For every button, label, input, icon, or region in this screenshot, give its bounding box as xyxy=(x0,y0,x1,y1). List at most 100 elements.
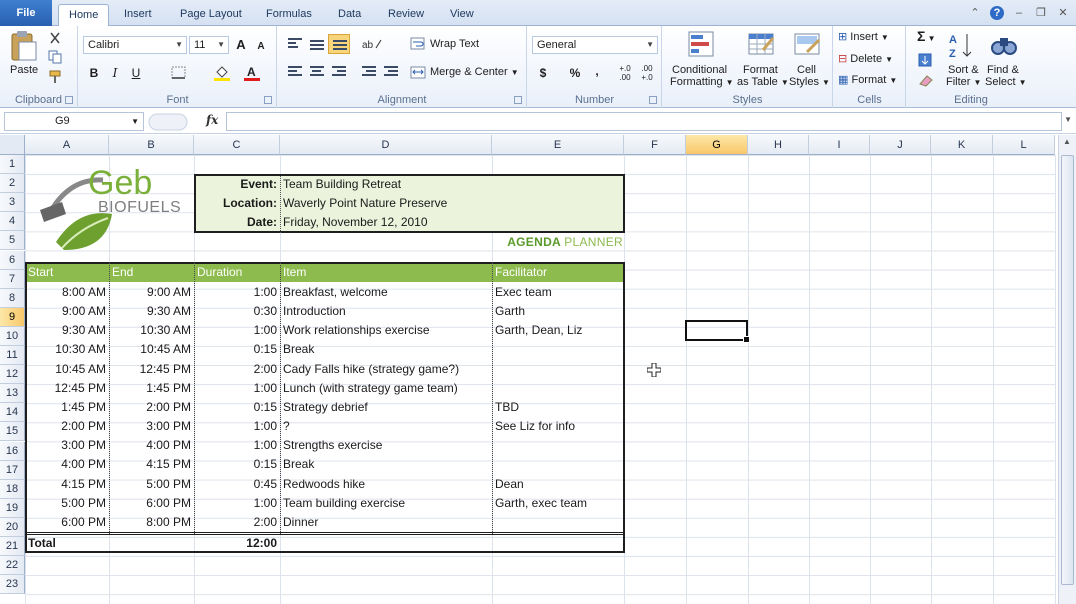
agenda-cell-duration[interactable]: 1:00 xyxy=(194,379,280,398)
agenda-cell-facilitator[interactable] xyxy=(492,379,624,398)
delete-cells-button[interactable]: ⊟ Delete ▼ xyxy=(838,52,893,65)
autosum-button[interactable]: Σ ▼ xyxy=(917,28,936,44)
orientation-icon[interactable]: ab xyxy=(362,36,382,52)
align-left-icon[interactable] xyxy=(288,66,302,78)
fill-color-icon[interactable] xyxy=(213,64,231,82)
expand-formula-bar-icon[interactable]: ▼ xyxy=(1064,115,1072,124)
minimize-ribbon-icon[interactable]: ⌃ xyxy=(968,6,982,20)
column-header-d[interactable]: D xyxy=(280,135,492,155)
align-center-icon[interactable] xyxy=(310,66,324,78)
row-header-16[interactable]: 16 xyxy=(0,441,25,461)
agenda-cell-start[interactable]: 4:00 PM xyxy=(25,455,109,474)
wrap-text-button[interactable]: Wrap Text xyxy=(430,38,479,50)
cell-styles-button[interactable]: Cell xyxy=(797,64,816,76)
clipboard-launcher-icon[interactable] xyxy=(65,96,73,104)
align-top-icon[interactable] xyxy=(288,38,302,50)
align-middle-icon[interactable] xyxy=(310,40,324,52)
agenda-cell-start[interactable]: 4:15 PM xyxy=(25,475,109,494)
sort-filter-icon[interactable]: AZ xyxy=(947,30,977,60)
column-header-j[interactable]: J xyxy=(870,135,931,155)
insert-function-button[interactable]: fx xyxy=(206,113,218,127)
scroll-up-icon[interactable]: ▲ xyxy=(1063,137,1071,146)
agenda-cell-start[interactable]: 6:00 PM xyxy=(25,513,109,532)
agenda-cell-item[interactable]: Breakfast, welcome xyxy=(280,283,492,302)
row-header-3[interactable]: 3 xyxy=(0,193,25,213)
header-duration[interactable]: Duration xyxy=(194,263,280,282)
paste-icon[interactable] xyxy=(8,30,38,62)
agenda-cell-item[interactable]: Work relationships exercise xyxy=(280,321,492,340)
name-box[interactable]: G9 ▼ xyxy=(4,112,144,131)
increase-indent-icon[interactable] xyxy=(384,66,398,78)
agenda-cell-facilitator[interactable]: TBD xyxy=(492,398,624,417)
column-header-e[interactable]: E xyxy=(492,135,624,155)
format-as-table-icon[interactable] xyxy=(747,30,775,58)
cut-icon[interactable] xyxy=(48,31,62,45)
borders-icon[interactable] xyxy=(171,66,187,80)
agenda-cell-facilitator[interactable] xyxy=(492,455,624,474)
event-value[interactable]: Team Building Retreat xyxy=(280,175,620,194)
font-color-icon[interactable]: A xyxy=(243,64,261,82)
wrap-text-icon[interactable] xyxy=(410,36,426,52)
row-header-1[interactable]: 1 xyxy=(0,155,25,174)
agenda-cell-end[interactable]: 3:00 PM xyxy=(109,417,194,436)
shrink-font-button[interactable]: A xyxy=(252,38,270,56)
tab-formulas[interactable]: Formulas xyxy=(256,4,322,26)
format-painter-icon[interactable] xyxy=(48,70,62,84)
grow-font-button[interactable]: A xyxy=(232,36,250,54)
comma-button[interactable]: , xyxy=(588,62,606,80)
agenda-cell-facilitator[interactable] xyxy=(492,360,624,379)
column-header-f[interactable]: F xyxy=(624,135,686,155)
agenda-cell-item[interactable]: Dinner xyxy=(280,513,492,532)
row-header-19[interactable]: 19 xyxy=(0,498,25,518)
format-as-table-button[interactable]: Format xyxy=(743,64,778,76)
agenda-cell-facilitator[interactable]: Garth xyxy=(492,302,624,321)
help-icon[interactable]: ? xyxy=(990,6,1004,20)
agenda-cell-duration[interactable]: 0:45 xyxy=(194,475,280,494)
agenda-cell-start[interactable]: 3:00 PM xyxy=(25,436,109,455)
agenda-cell-start[interactable]: 2:00 PM xyxy=(25,417,109,436)
column-header-g[interactable]: G xyxy=(686,135,748,155)
event-label[interactable]: Event: xyxy=(194,175,280,194)
agenda-cell-duration[interactable]: 1:00 xyxy=(194,417,280,436)
column-header-i[interactable]: I xyxy=(809,135,870,155)
row-header-2[interactable]: 2 xyxy=(0,174,25,194)
column-header-b[interactable]: B xyxy=(109,135,194,155)
row-header-21[interactable]: 21 xyxy=(0,537,25,556)
agenda-cell-duration[interactable]: 2:00 xyxy=(194,360,280,379)
copy-icon[interactable] xyxy=(48,50,62,64)
header-facilitator[interactable]: Facilitator xyxy=(492,263,624,282)
row-header-23[interactable]: 23 xyxy=(0,575,25,595)
agenda-cell-facilitator[interactable]: See Liz for info xyxy=(492,417,624,436)
header-end[interactable]: End xyxy=(109,263,194,282)
agenda-cell-start[interactable]: 12:45 PM xyxy=(25,379,109,398)
format-cells-button[interactable]: ▦ Format ▼ xyxy=(838,73,897,86)
agenda-cell-end[interactable]: 1:45 PM xyxy=(109,379,194,398)
align-right-icon[interactable] xyxy=(332,66,346,78)
agenda-cell-facilitator[interactable] xyxy=(492,513,624,532)
row-header-17[interactable]: 17 xyxy=(0,460,25,480)
find-select-icon[interactable] xyxy=(989,30,1019,60)
clear-icon[interactable] xyxy=(917,72,937,88)
underline-button[interactable]: U xyxy=(127,64,145,82)
row-header-14[interactable]: 14 xyxy=(0,403,25,423)
italic-button[interactable]: I xyxy=(106,64,124,82)
tab-insert[interactable]: Insert xyxy=(114,4,162,26)
row-header-13[interactable]: 13 xyxy=(0,384,25,404)
total-value[interactable]: 12:00 xyxy=(194,534,280,553)
formula-input[interactable] xyxy=(226,112,1062,131)
agenda-cell-item[interactable]: Strengths exercise xyxy=(280,436,492,455)
agenda-cell-end[interactable]: 4:00 PM xyxy=(109,436,194,455)
font-size-select[interactable]: 11 ▼ xyxy=(189,36,229,54)
agenda-cell-item[interactable]: Break xyxy=(280,455,492,474)
header-start[interactable]: Start xyxy=(25,263,109,282)
agenda-cell-facilitator[interactable] xyxy=(492,436,624,455)
agenda-cell-duration[interactable]: 1:00 xyxy=(194,436,280,455)
agenda-cell-facilitator[interactable]: Garth, exec team xyxy=(492,494,624,513)
agenda-cell-item[interactable]: Lunch (with strategy game team) xyxy=(280,379,492,398)
agenda-cell-facilitator[interactable] xyxy=(492,340,624,359)
row-header-8[interactable]: 8 xyxy=(0,288,25,308)
font-launcher-icon[interactable] xyxy=(264,96,272,104)
agenda-cell-item[interactable]: Cady Falls hike (strategy game?) xyxy=(280,360,492,379)
restore-icon[interactable]: ❐ xyxy=(1034,6,1048,20)
align-bottom-button[interactable] xyxy=(328,34,350,54)
